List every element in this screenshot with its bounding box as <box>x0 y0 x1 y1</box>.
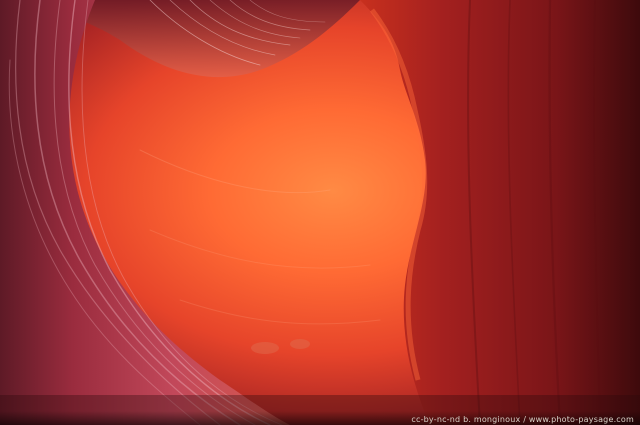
canyon-photo: cc-by-nc-nd b. monginoux / www.photo-pay… <box>0 0 640 425</box>
canyon-illustration <box>0 0 640 425</box>
photo-credit: cc-by-nc-nd b. monginoux / www.photo-pay… <box>411 415 634 424</box>
